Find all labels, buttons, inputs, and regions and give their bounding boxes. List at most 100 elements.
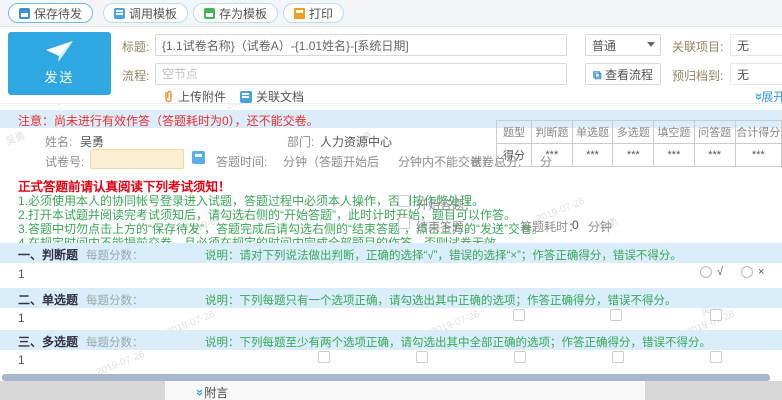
name-value: 吴勇: [80, 133, 104, 150]
start-answer-checkbox[interactable]: [398, 195, 410, 207]
save-icon: [19, 8, 30, 19]
exam-answer-page: 2019-07-26 吴勇 2019-07-26 吴勇 2019-07-26 2…: [0, 0, 782, 400]
col-judge: 判断题: [531, 121, 572, 144]
title-label: 标题:: [122, 38, 149, 55]
save-template-icon: [204, 8, 215, 19]
notice-text: 注意：尚未进行有效作答（答题耗时为0），还不能交卷。: [18, 112, 319, 129]
section-single-header: 二、单选题 每题分数： 说明：下列每题只有一个选项正确，请勾选出其中正确的选项；…: [0, 288, 782, 308]
document-icon: [240, 91, 252, 103]
elapsed-value: 0: [572, 218, 579, 232]
name-label: 姓名:: [45, 133, 72, 150]
section-single-title: 二、单选题: [18, 291, 78, 308]
total-score-label: 试卷总分:: [470, 153, 521, 170]
end-answer-checkbox[interactable]: [398, 217, 410, 229]
related-project-dropdown[interactable]: 无: [730, 34, 782, 56]
view-flow-label: 查看流程: [605, 68, 653, 82]
print-icon: [294, 8, 305, 19]
single-q1-option-checkbox[interactable]: [710, 309, 722, 321]
col-question-type: 题型: [497, 121, 532, 144]
section-multi-title: 三、多选题: [18, 333, 78, 350]
section-single-score-label: 每题分数：: [86, 292, 144, 308]
save-template-button[interactable]: 存为模板: [193, 3, 278, 23]
col-multi-choice: 多选题: [613, 121, 654, 144]
section-judge-desc: 说明：请对下列说法做出判断，正确的选择“√”，错误的选择“×”；作答正确得分，错…: [205, 247, 682, 263]
score-table-header-row: 题型 判断题 单选题 多选题 填空题 问答题 合计得分: [497, 121, 782, 144]
multi-q1-option-checkbox[interactable]: [318, 351, 330, 363]
single-q1-option-checkbox[interactable]: [513, 309, 525, 321]
score-summary-table: 题型 判断题 单选题 多选题 填空题 问答题 合计得分 得分 *** *** *…: [496, 120, 782, 168]
view-flow-button[interactable]: ⧉ 查看流程: [585, 63, 661, 85]
watermark-name: 吴勇: [3, 127, 27, 148]
section-multi-header: 三、多选题 每题分数： 说明：下列每题至少有两个选项正确，请勾选出其中全部正确的…: [0, 330, 782, 350]
score-fill: ***: [654, 144, 695, 167]
load-template-button[interactable]: 调用模板: [103, 3, 188, 23]
double-chevron-down-icon: »: [188, 389, 205, 396]
prearchive-dropdown[interactable]: 无: [730, 63, 782, 85]
form-panel: 发送 标题: 普通 关联项目: 无 流程: ⧉ 查看流程 预归档到: 无 上传附…: [0, 27, 782, 104]
end-answer-label: 结束答题：: [416, 218, 476, 235]
total-score-unit: 分: [540, 153, 552, 170]
score-single: ***: [572, 144, 613, 167]
flow-input[interactable]: [155, 63, 567, 85]
multi-q1-option-checkbox[interactable]: [710, 351, 722, 363]
single-q1-option-checkbox[interactable]: [610, 309, 622, 321]
multi-q1-option-checkbox[interactable]: [416, 351, 428, 363]
save-template-label: 存为模板: [219, 5, 267, 22]
load-template-icon: [114, 8, 125, 19]
print-label: 打印: [309, 5, 333, 22]
title-input[interactable]: [155, 34, 567, 56]
col-fill-blank: 填空题: [654, 121, 695, 144]
elapsed-label: 答题耗时：: [520, 218, 580, 235]
multi-question-1-number: 1: [18, 353, 25, 367]
start-answer-label: 开始答题：: [416, 196, 476, 213]
top-toolbar: 保存待发 调用模板 存为模板 打印: [0, 0, 782, 27]
section-judge-title: 一、判断题: [18, 246, 78, 263]
score-multi: ***: [613, 144, 654, 167]
section-multi-score-label: 每题分数：: [86, 334, 144, 350]
paper-plane-icon: [45, 40, 75, 64]
judge-question-1-number: 1: [18, 267, 25, 281]
dept-value: 人力资源中心: [320, 133, 392, 150]
prearchive-label: 预归档到:: [672, 67, 723, 84]
postscript-panel: » 附言: [165, 381, 645, 400]
multi-q1-option-checkbox[interactable]: [514, 351, 526, 363]
postscript-toggle[interactable]: » 附言: [193, 384, 228, 400]
save-pending-button[interactable]: 保存待发: [8, 3, 93, 23]
score-qa: ***: [694, 144, 735, 167]
multi-q1-option-checkbox[interactable]: [612, 351, 624, 363]
paperclip-icon: [163, 90, 174, 103]
input-helper-icon[interactable]: [192, 151, 205, 164]
related-project-label: 关联项目:: [672, 38, 723, 55]
single-question-1-number: 1: [18, 311, 25, 325]
judge-q1-false-label: ×: [758, 266, 764, 278]
answer-time-hint1: 分钟（答题开始后: [283, 153, 379, 170]
upload-attachment-button[interactable]: 上传附件: [163, 88, 226, 105]
score-total: ***: [735, 144, 782, 167]
load-template-label: 调用模板: [129, 5, 177, 22]
priority-value: 普通: [592, 39, 616, 53]
judge-q1-true-label: √: [717, 266, 723, 278]
flow-label: 流程:: [122, 67, 149, 84]
section-judge-header: 一、判断题 每题分数： 说明：请对下列说法做出判断，正确的选择“√”，错误的选择…: [0, 243, 782, 263]
col-single-choice: 单选题: [572, 121, 613, 144]
send-label: 发送: [8, 67, 111, 86]
judge-q1-true-radio[interactable]: [700, 266, 712, 278]
print-button[interactable]: 打印: [283, 3, 344, 23]
save-pending-label: 保存待发: [34, 5, 82, 22]
prearchive-value: 无: [737, 68, 749, 82]
section-single-desc: 说明：下列每题只有一个选项正确，请勾选出其中正确的选项；作答正确得分，错误不得分…: [205, 292, 677, 308]
double-chevron-down-icon: »: [747, 93, 764, 100]
related-doc-button[interactable]: 关联文档: [240, 88, 304, 105]
priority-dropdown[interactable]: 普通: [585, 34, 661, 56]
answer-time-label: 答题时间:: [216, 153, 267, 170]
section-multi-desc: 说明：下列每题至少有两个选项正确，请勾选出其中全部正确的选项；作答正确得分，错误…: [205, 334, 711, 350]
paper-no-input[interactable]: [90, 149, 184, 169]
chevron-down-icon: [647, 42, 655, 47]
dept-label: 部门:: [287, 133, 314, 150]
horizontal-scrollbar[interactable]: [2, 374, 770, 381]
expand-button[interactable]: » 展开: [752, 88, 782, 105]
send-button[interactable]: 发送: [8, 32, 111, 95]
judge-q1-false-radio[interactable]: [741, 266, 753, 278]
elapsed-unit: 分钟: [588, 218, 612, 235]
col-total: 合计得分: [735, 121, 782, 144]
